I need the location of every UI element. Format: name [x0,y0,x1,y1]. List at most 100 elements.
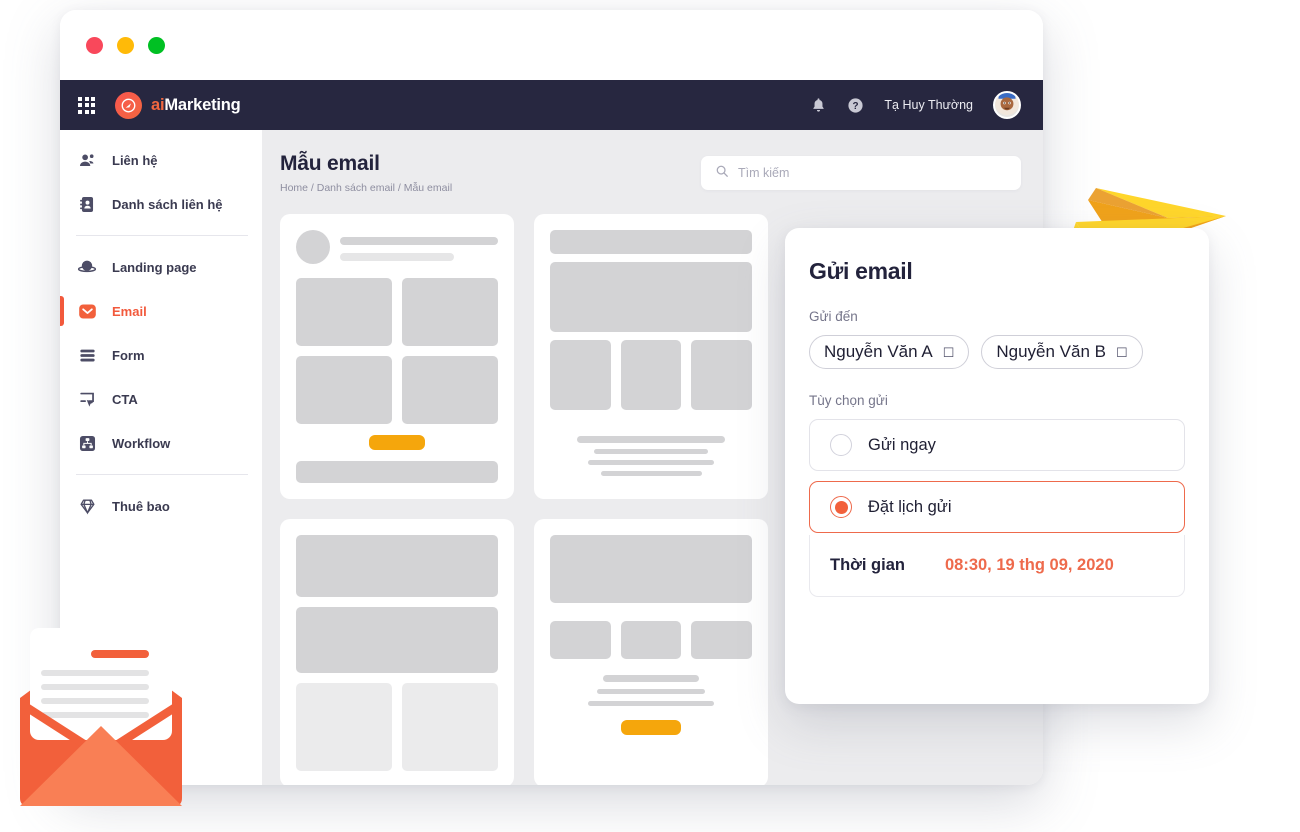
radio-unselected-icon[interactable] [830,434,852,456]
sidebar-item-label: Form [112,347,145,363]
sidebar-item-thue-bao[interactable]: Thuê bao [60,484,262,528]
template-card-2[interactable] [534,214,768,499]
scheduled-time-row[interactable]: Thời gian 08:30, 19 thg 09, 2020 [809,535,1185,597]
skeleton-line [340,237,498,245]
template-card-4[interactable] [534,519,768,785]
content-header: Mẫu email Home / Danh sách email / Mẫu e… [280,152,1021,194]
time-label: Thời gian [830,556,905,574]
template-card-1[interactable] [280,214,514,499]
page-heading-block: Mẫu email Home / Danh sách email / Mẫu e… [280,152,452,194]
skeleton-hero [550,535,752,603]
send-email-modal: Gửi email Gửi đến Nguyễn Văn A ☐ Nguyễn … [785,228,1209,704]
sidebar-item-landing-page[interactable]: Landing page [60,245,262,289]
sidebar-item-label: Danh sách liên hệ [112,196,223,212]
radio-selected-icon[interactable] [830,496,852,518]
question-circle-icon[interactable]: ? [847,97,864,114]
recipient-chip[interactable]: Nguyễn Văn A ☐ [809,335,970,369]
sidebar-item-email[interactable]: Email [60,289,262,333]
app-topbar: aiMarketing ? Tạ Huy Thường [60,80,1043,130]
recipient-name: Nguyễn Văn A [824,342,933,361]
skeleton-header [550,230,752,254]
skeleton-block [691,340,753,410]
skeleton-cta-button [621,720,681,735]
skeleton-line [600,471,702,476]
sidebar-item-label: Email [112,303,147,319]
recipient-chip-list: Nguyễn Văn A ☐ Nguyễn Văn B ☐ [809,335,1185,369]
user-name: Tạ Huy Thường [884,98,973,112]
skeleton-block [550,340,611,410]
avatar[interactable] [993,91,1021,119]
search-box[interactable] [701,156,1021,190]
form-icon [76,346,98,365]
breadcrumb: Home / Danh sách email / Mẫu email [280,182,453,194]
skeleton-footer [296,461,498,483]
page-title: Mẫu email [280,152,380,175]
window-titlebar [60,10,1043,80]
workflow-icon [76,434,98,453]
modal-title: Gửi email [809,258,913,284]
brand-suffix: Marketing [164,95,241,114]
sidebar-item-label: Workflow [112,435,171,451]
window-maximize-button[interactable] [148,36,165,54]
skeleton-block [296,278,392,346]
contact-book-icon [76,195,98,214]
skeleton-block [620,621,682,659]
skeleton-cta-button [369,435,425,450]
brand-prefix: ai [151,95,165,114]
bell-icon[interactable] [810,97,827,114]
aimarketing-badge-icon [115,91,142,119]
skeleton-block [691,621,753,659]
template-card-3[interactable] [280,519,514,785]
option-label: Gửi ngay [868,435,936,454]
svg-text:?: ? [853,101,859,112]
skeleton-line [594,449,708,454]
skeleton-block [402,356,498,424]
sidebar-item-label: Landing page [112,259,197,275]
topbar-actions: ? Tạ Huy Thường [810,91,1021,119]
skeleton-line [597,689,705,694]
brand-name: aiMarketing [151,96,241,115]
window-minimize-button[interactable] [117,36,134,54]
skeleton-avatar [296,230,330,264]
skeleton-block [402,683,498,771]
sidebar-divider-2 [76,474,248,475]
sidebar-item-workflow[interactable]: Workflow [60,421,262,465]
landing-page-icon [76,257,98,277]
skeleton-block [296,356,392,424]
skeleton-line [602,675,700,682]
sidebar-item-form[interactable]: Form [60,333,262,377]
skeleton-hero [550,262,752,332]
skeleton-line [588,460,714,465]
cta-icon [76,390,98,409]
time-value[interactable]: 08:30, 19 thg 09, 2020 [945,556,1114,575]
search-icon [715,164,729,183]
sidebar-item-label: Liên hệ [112,152,158,168]
option-send-now[interactable]: Gửi ngay [809,419,1185,471]
brand-logo[interactable]: aiMarketing [115,91,241,119]
send-options-label: Tùy chọn gửi [809,393,888,408]
search-input[interactable] [738,166,1007,180]
diamond-icon [76,497,98,516]
skeleton-block [620,340,682,410]
contacts-icon [76,151,98,170]
grid-apps-icon[interactable] [78,96,95,114]
remove-chip-icon[interactable]: ☐ [1116,346,1128,359]
skeleton-block [296,607,498,673]
skeleton-block [550,621,611,659]
window-close-button[interactable] [86,36,103,54]
sidebar-item-label: CTA [112,391,138,407]
recipient-chip[interactable]: Nguyễn Văn B ☐ [981,335,1143,369]
skeleton-line [577,436,725,443]
skeleton-block [402,278,498,346]
sidebar-item-cta[interactable]: CTA [60,377,262,421]
sidebar-item-danh-sach-lien-he[interactable]: Danh sách liên hệ [60,182,262,226]
sidebar-item-lien-he[interactable]: Liên hệ [60,138,262,182]
sidebar-item-label: Thuê bao [112,498,170,514]
screenshot-stage: aiMarketing ? Tạ Huy Thường Liên hệ Danh… [0,0,1300,832]
remove-chip-icon[interactable]: ☐ [943,346,955,359]
option-schedule-send[interactable]: Đặt lịch gửi [809,481,1185,533]
skeleton-block [296,683,392,771]
recipient-name: Nguyễn Văn B [996,342,1106,361]
skeleton-line [340,253,454,261]
sidebar-divider-1 [76,235,248,236]
